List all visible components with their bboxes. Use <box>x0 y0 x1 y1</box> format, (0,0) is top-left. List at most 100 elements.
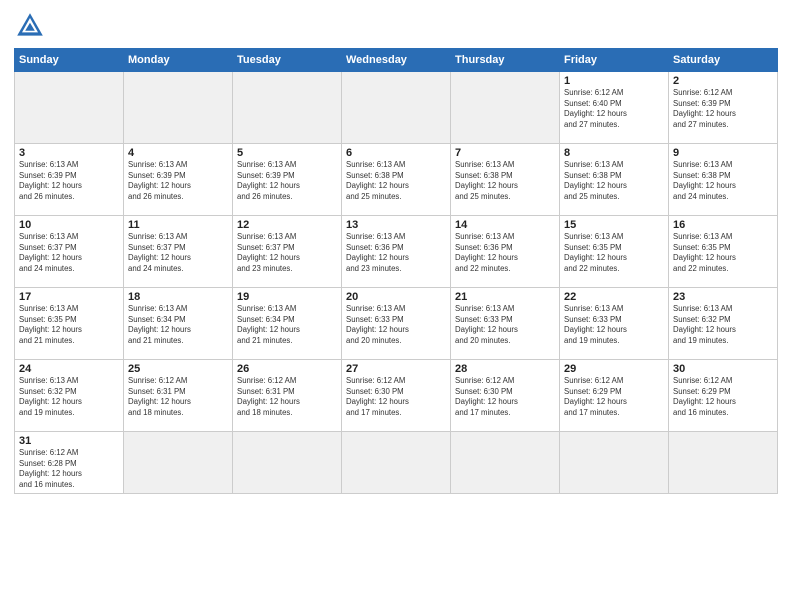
day-number: 14 <box>455 219 555 231</box>
day-info: Sunrise: 6:13 AM Sunset: 6:39 PM Dayligh… <box>128 160 228 202</box>
calendar-cell: 19Sunrise: 6:13 AM Sunset: 6:34 PM Dayli… <box>233 288 342 360</box>
day-number: 19 <box>237 291 337 303</box>
day-number: 22 <box>564 291 664 303</box>
calendar-cell: 4Sunrise: 6:13 AM Sunset: 6:39 PM Daylig… <box>124 144 233 216</box>
day-info: Sunrise: 6:13 AM Sunset: 6:38 PM Dayligh… <box>564 160 664 202</box>
calendar-cell <box>451 432 560 494</box>
header <box>14 10 778 42</box>
day-number: 31 <box>19 435 119 447</box>
day-number: 13 <box>346 219 446 231</box>
day-number: 7 <box>455 147 555 159</box>
calendar-cell: 20Sunrise: 6:13 AM Sunset: 6:33 PM Dayli… <box>342 288 451 360</box>
calendar-cell: 15Sunrise: 6:13 AM Sunset: 6:35 PM Dayli… <box>560 216 669 288</box>
calendar-cell: 13Sunrise: 6:13 AM Sunset: 6:36 PM Dayli… <box>342 216 451 288</box>
day-number: 3 <box>19 147 119 159</box>
day-number: 29 <box>564 363 664 375</box>
day-number: 24 <box>19 363 119 375</box>
day-info: Sunrise: 6:12 AM Sunset: 6:28 PM Dayligh… <box>19 448 119 490</box>
calendar-cell: 24Sunrise: 6:13 AM Sunset: 6:32 PM Dayli… <box>15 360 124 432</box>
day-number: 11 <box>128 219 228 231</box>
calendar-week-row: 3Sunrise: 6:13 AM Sunset: 6:39 PM Daylig… <box>15 144 778 216</box>
day-info: Sunrise: 6:13 AM Sunset: 6:38 PM Dayligh… <box>673 160 773 202</box>
calendar-cell <box>669 432 778 494</box>
weekday-header-thursday: Thursday <box>451 49 560 72</box>
day-number: 18 <box>128 291 228 303</box>
calendar-week-row: 17Sunrise: 6:13 AM Sunset: 6:35 PM Dayli… <box>15 288 778 360</box>
calendar-week-row: 31Sunrise: 6:12 AM Sunset: 6:28 PM Dayli… <box>15 432 778 494</box>
calendar-cell: 27Sunrise: 6:12 AM Sunset: 6:30 PM Dayli… <box>342 360 451 432</box>
day-number: 28 <box>455 363 555 375</box>
day-number: 15 <box>564 219 664 231</box>
day-info: Sunrise: 6:13 AM Sunset: 6:39 PM Dayligh… <box>237 160 337 202</box>
calendar-week-row: 24Sunrise: 6:13 AM Sunset: 6:32 PM Dayli… <box>15 360 778 432</box>
day-number: 17 <box>19 291 119 303</box>
calendar-cell: 30Sunrise: 6:12 AM Sunset: 6:29 PM Dayli… <box>669 360 778 432</box>
calendar-cell <box>233 72 342 144</box>
day-info: Sunrise: 6:12 AM Sunset: 6:29 PM Dayligh… <box>564 376 664 418</box>
calendar-table: SundayMondayTuesdayWednesdayThursdayFrid… <box>14 48 778 494</box>
calendar-cell: 11Sunrise: 6:13 AM Sunset: 6:37 PM Dayli… <box>124 216 233 288</box>
day-number: 12 <box>237 219 337 231</box>
day-number: 16 <box>673 219 773 231</box>
day-number: 27 <box>346 363 446 375</box>
day-number: 25 <box>128 363 228 375</box>
day-info: Sunrise: 6:13 AM Sunset: 6:37 PM Dayligh… <box>19 232 119 274</box>
day-number: 20 <box>346 291 446 303</box>
day-info: Sunrise: 6:13 AM Sunset: 6:33 PM Dayligh… <box>455 304 555 346</box>
calendar-cell <box>124 432 233 494</box>
day-number: 2 <box>673 75 773 87</box>
page: SundayMondayTuesdayWednesdayThursdayFrid… <box>0 0 792 612</box>
calendar-cell <box>15 72 124 144</box>
day-info: Sunrise: 6:13 AM Sunset: 6:32 PM Dayligh… <box>19 376 119 418</box>
calendar-cell: 14Sunrise: 6:13 AM Sunset: 6:36 PM Dayli… <box>451 216 560 288</box>
calendar-cell: 29Sunrise: 6:12 AM Sunset: 6:29 PM Dayli… <box>560 360 669 432</box>
calendar-cell <box>342 432 451 494</box>
day-info: Sunrise: 6:13 AM Sunset: 6:36 PM Dayligh… <box>455 232 555 274</box>
weekday-header-saturday: Saturday <box>669 49 778 72</box>
weekday-header-tuesday: Tuesday <box>233 49 342 72</box>
day-info: Sunrise: 6:13 AM Sunset: 6:37 PM Dayligh… <box>128 232 228 274</box>
calendar-cell: 18Sunrise: 6:13 AM Sunset: 6:34 PM Dayli… <box>124 288 233 360</box>
day-info: Sunrise: 6:13 AM Sunset: 6:39 PM Dayligh… <box>19 160 119 202</box>
calendar-cell: 22Sunrise: 6:13 AM Sunset: 6:33 PM Dayli… <box>560 288 669 360</box>
day-number: 9 <box>673 147 773 159</box>
day-info: Sunrise: 6:13 AM Sunset: 6:37 PM Dayligh… <box>237 232 337 274</box>
day-info: Sunrise: 6:13 AM Sunset: 6:33 PM Dayligh… <box>564 304 664 346</box>
calendar-cell: 16Sunrise: 6:13 AM Sunset: 6:35 PM Dayli… <box>669 216 778 288</box>
calendar-cell <box>451 72 560 144</box>
day-info: Sunrise: 6:13 AM Sunset: 6:35 PM Dayligh… <box>19 304 119 346</box>
day-info: Sunrise: 6:13 AM Sunset: 6:36 PM Dayligh… <box>346 232 446 274</box>
logo-icon <box>14 10 46 42</box>
day-number: 23 <box>673 291 773 303</box>
weekday-header-monday: Monday <box>124 49 233 72</box>
day-number: 10 <box>19 219 119 231</box>
calendar-cell <box>560 432 669 494</box>
calendar-cell: 23Sunrise: 6:13 AM Sunset: 6:32 PM Dayli… <box>669 288 778 360</box>
weekday-header-wednesday: Wednesday <box>342 49 451 72</box>
calendar-cell: 9Sunrise: 6:13 AM Sunset: 6:38 PM Daylig… <box>669 144 778 216</box>
day-info: Sunrise: 6:12 AM Sunset: 6:30 PM Dayligh… <box>346 376 446 418</box>
calendar-cell: 12Sunrise: 6:13 AM Sunset: 6:37 PM Dayli… <box>233 216 342 288</box>
day-info: Sunrise: 6:13 AM Sunset: 6:38 PM Dayligh… <box>346 160 446 202</box>
calendar-cell: 10Sunrise: 6:13 AM Sunset: 6:37 PM Dayli… <box>15 216 124 288</box>
calendar-cell <box>342 72 451 144</box>
day-number: 30 <box>673 363 773 375</box>
calendar-cell: 25Sunrise: 6:12 AM Sunset: 6:31 PM Dayli… <box>124 360 233 432</box>
day-number: 1 <box>564 75 664 87</box>
weekday-header-row: SundayMondayTuesdayWednesdayThursdayFrid… <box>15 49 778 72</box>
day-info: Sunrise: 6:12 AM Sunset: 6:40 PM Dayligh… <box>564 88 664 130</box>
day-info: Sunrise: 6:12 AM Sunset: 6:29 PM Dayligh… <box>673 376 773 418</box>
day-info: Sunrise: 6:13 AM Sunset: 6:35 PM Dayligh… <box>564 232 664 274</box>
day-info: Sunrise: 6:13 AM Sunset: 6:38 PM Dayligh… <box>455 160 555 202</box>
day-number: 26 <box>237 363 337 375</box>
day-info: Sunrise: 6:13 AM Sunset: 6:34 PM Dayligh… <box>237 304 337 346</box>
weekday-header-sunday: Sunday <box>15 49 124 72</box>
calendar-cell: 17Sunrise: 6:13 AM Sunset: 6:35 PM Dayli… <box>15 288 124 360</box>
day-info: Sunrise: 6:13 AM Sunset: 6:32 PM Dayligh… <box>673 304 773 346</box>
calendar-cell <box>124 72 233 144</box>
day-info: Sunrise: 6:13 AM Sunset: 6:35 PM Dayligh… <box>673 232 773 274</box>
calendar-cell: 3Sunrise: 6:13 AM Sunset: 6:39 PM Daylig… <box>15 144 124 216</box>
calendar-cell: 8Sunrise: 6:13 AM Sunset: 6:38 PM Daylig… <box>560 144 669 216</box>
calendar-cell: 1Sunrise: 6:12 AM Sunset: 6:40 PM Daylig… <box>560 72 669 144</box>
day-number: 4 <box>128 147 228 159</box>
